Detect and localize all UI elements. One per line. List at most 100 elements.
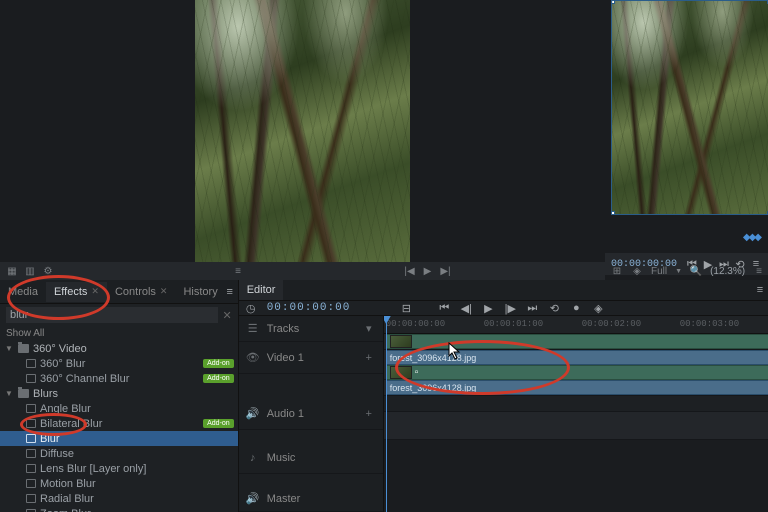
effect-360-blur[interactable]: 360° BlurAdd-on bbox=[0, 356, 238, 371]
audio1-lane[interactable] bbox=[384, 412, 768, 440]
track-video1[interactable]: 👁Video 1+ bbox=[239, 342, 383, 374]
tab-effects[interactable]: Effects✕ bbox=[46, 282, 107, 302]
prev-frame-icon[interactable]: |◀ bbox=[404, 265, 416, 277]
panel-menu-icon[interactable]: ≡ bbox=[226, 286, 238, 298]
selection-handle[interactable] bbox=[611, 0, 615, 4]
track-music[interactable]: ♪Music bbox=[239, 442, 383, 474]
folder-icon bbox=[18, 344, 29, 353]
timeline-panel: Editor ≡ ◷ 00:00:00:00 ⊟ ⏮ ◀| ▶ |▶ ⏭ ⟲ ●… bbox=[239, 280, 768, 512]
panel-tabstrip: Media Effects✕ Controls✕ History ≡ bbox=[0, 280, 238, 304]
skip-end-icon[interactable]: ⏭ bbox=[526, 302, 538, 314]
clear-search-icon[interactable]: ✕ bbox=[222, 309, 231, 322]
clip-video2[interactable] bbox=[386, 334, 768, 349]
effect-lens-blur[interactable]: Lens Blur [Layer only] bbox=[0, 461, 238, 476]
tab-editor[interactable]: Editor bbox=[239, 280, 284, 300]
effect-blur[interactable]: Blur bbox=[0, 431, 238, 446]
source-preview-image[interactable] bbox=[195, 0, 410, 266]
play-icon[interactable]: ▶ bbox=[482, 302, 494, 314]
add-icon[interactable]: + bbox=[363, 352, 375, 364]
track-master[interactable]: 🔊Master bbox=[239, 486, 383, 512]
effects-panel: Media Effects✕ Controls✕ History ≡ ✕ Sho… bbox=[0, 280, 239, 512]
ruler-tick: 00:00:01:00 bbox=[484, 319, 543, 329]
track-audio1[interactable]: 🔊Audio 1+ bbox=[239, 398, 383, 430]
play-icon[interactable]: ▶ bbox=[422, 265, 434, 277]
ruler-tick: 00:00:02:00 bbox=[582, 319, 641, 329]
tab-history[interactable]: History bbox=[175, 282, 225, 302]
loop-icon[interactable]: ⟲ bbox=[548, 302, 560, 314]
menu-icon[interactable]: ≡ bbox=[232, 265, 244, 277]
effects-search-input[interactable] bbox=[6, 307, 218, 323]
time-ruler[interactable]: 00:00:00:00 00:00:01:00 00:00:02:00 00:0… bbox=[384, 316, 768, 334]
panel-menu-icon[interactable]: ≡ bbox=[756, 284, 768, 296]
track-headers: ☰Tracks▾ 👁Video 1+ 🔊Audio 1+ ♪Music 🔊Mas… bbox=[239, 316, 384, 512]
editor-header: ◷ 00:00:00:00 ⊟ ⏮ ◀| ▶ |▶ ⏭ ⟲ ● ◈ bbox=[239, 301, 768, 316]
fx-icon bbox=[26, 449, 36, 458]
show-all-link[interactable]: Show All bbox=[0, 326, 238, 341]
add-icon[interactable]: + bbox=[363, 408, 375, 420]
close-icon[interactable]: ✕ bbox=[91, 286, 99, 297]
chevron-down-icon[interactable]: ▼ bbox=[4, 389, 14, 398]
chevron-down-icon[interactable]: ▼ bbox=[675, 268, 682, 275]
close-icon[interactable]: ✕ bbox=[160, 286, 168, 297]
next-frame-icon[interactable]: ▶| bbox=[440, 265, 452, 277]
spacer-lane bbox=[384, 396, 768, 412]
eye-icon[interactable]: 👁 bbox=[247, 352, 259, 364]
clip-video1-sub-label[interactable]: forest_3096x4128.jpg bbox=[386, 380, 768, 395]
speaker-icon[interactable]: 🔊 bbox=[247, 408, 259, 420]
effect-bilateral-blur[interactable]: Bilateral BlurAdd-on bbox=[0, 416, 238, 431]
playhead[interactable] bbox=[386, 316, 387, 512]
fx-icon bbox=[26, 494, 36, 503]
add-icon[interactable]: ▾ bbox=[363, 323, 375, 335]
quality-label[interactable]: Full bbox=[651, 266, 667, 277]
effect-motion-blur[interactable]: Motion Blur bbox=[0, 476, 238, 491]
prev-frame-icon[interactable]: ◀| bbox=[460, 302, 472, 314]
fx-icon bbox=[26, 404, 36, 413]
effect-zoom-blur[interactable]: Zoom Blur bbox=[0, 506, 238, 512]
editor-timecode[interactable]: 00:00:00:00 bbox=[267, 302, 351, 314]
effect-radial-blur[interactable]: Radial Blur bbox=[0, 491, 238, 506]
tracks-header[interactable]: ☰Tracks▾ bbox=[239, 316, 383, 342]
effect-angle-blur[interactable]: Angle Blur bbox=[0, 401, 238, 416]
effects-group-blurs[interactable]: ▼Blurs bbox=[0, 386, 238, 401]
tab-controls[interactable]: Controls✕ bbox=[107, 282, 176, 302]
effect-diffuse[interactable]: Diffuse bbox=[0, 446, 238, 461]
layout-icon[interactable]: ▥ bbox=[24, 265, 36, 277]
effects-search-row: ✕ bbox=[0, 304, 238, 326]
addon-badge: Add-on bbox=[203, 374, 234, 383]
effects-group-360video[interactable]: ▼360° Video bbox=[0, 341, 238, 356]
program-preview-image[interactable] bbox=[611, 0, 768, 215]
menu-icon[interactable]: ≡ bbox=[753, 265, 765, 277]
program-monitor: ◆◆◆ bbox=[605, 0, 768, 280]
grid-icon[interactable]: ▦ bbox=[6, 265, 18, 277]
ruler-tick: 00:00:00:00 bbox=[386, 319, 445, 329]
zoom-icon[interactable]: 🔍 bbox=[690, 265, 702, 277]
fx-icon bbox=[26, 464, 36, 473]
source-transport-bar: ▦ ▥ ⚙ ≡ |◀ ▶ ▶| ⊞ ◈ Full ▼ 🔍 (12.3%) ≡ bbox=[0, 262, 605, 280]
marker-icon[interactable]: ◈ bbox=[592, 302, 604, 314]
menu-icon: ☰ bbox=[247, 323, 259, 335]
next-frame-icon[interactable]: |▶ bbox=[504, 302, 516, 314]
fx-icon bbox=[26, 359, 36, 368]
clip-video1b[interactable]: ▫ bbox=[386, 365, 768, 380]
skip-start-icon[interactable]: ⏮ bbox=[438, 302, 450, 314]
marker-icon[interactable]: ◈ bbox=[631, 265, 643, 277]
snapping-icon[interactable]: ⊟ bbox=[400, 302, 412, 314]
snap-icon[interactable]: ⊞ bbox=[611, 265, 623, 277]
fx-icon bbox=[26, 419, 36, 428]
settings-icon[interactable]: ⚙ bbox=[42, 265, 54, 277]
music-icon[interactable]: ♪ bbox=[247, 452, 259, 464]
tracks-area[interactable]: 00:00:00:00 00:00:01:00 00:00:02:00 00:0… bbox=[384, 316, 768, 512]
zoom-value: (12.3%) bbox=[710, 266, 745, 277]
record-icon[interactable]: ● bbox=[570, 302, 582, 314]
clip-video1-label[interactable]: forest_3096x4128.jpg bbox=[386, 350, 768, 365]
speaker-icon[interactable]: 🔊 bbox=[247, 493, 259, 505]
fx-icon bbox=[26, 479, 36, 488]
tab-media[interactable]: Media bbox=[0, 282, 46, 302]
chevron-down-icon[interactable]: ▼ bbox=[4, 344, 14, 353]
selection-handle[interactable] bbox=[611, 211, 615, 215]
fx-icon bbox=[26, 374, 36, 383]
effect-360-channel-blur[interactable]: 360° Channel BlurAdd-on bbox=[0, 371, 238, 386]
folder-icon bbox=[18, 389, 29, 398]
addon-badge: Add-on bbox=[203, 419, 234, 428]
source-monitor bbox=[0, 0, 605, 280]
